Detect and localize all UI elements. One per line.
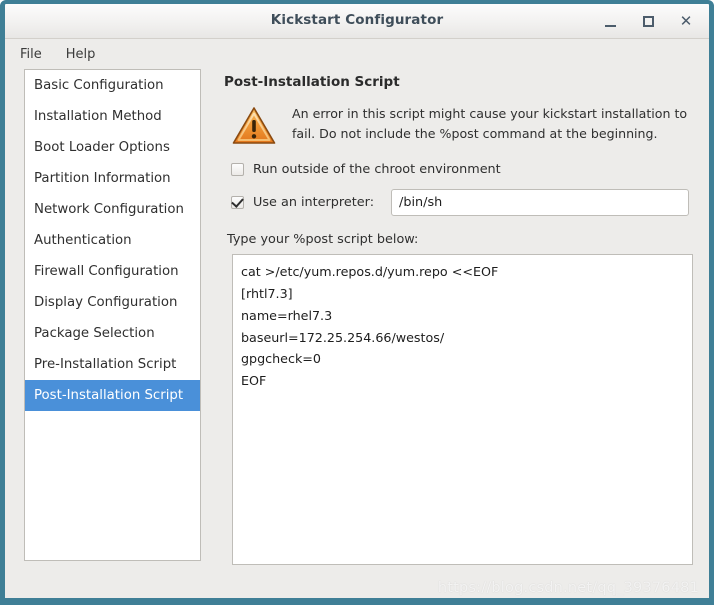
chroot-checkbox[interactable] [231,163,244,176]
minimize-icon [604,24,616,27]
close-button[interactable]: ✕ [669,4,703,38]
warning-banner: An error in this script might cause your… [232,104,700,146]
interpreter-checkbox-label: Use an interpreter: [253,195,375,210]
main-panel: Post-Installation Script An error in thi… [218,69,700,565]
menu-item-file[interactable]: File [17,45,45,64]
navigation-list[interactable]: Basic Configuration Installation Method … [24,69,201,561]
menu-bar: File Help [5,39,709,69]
close-icon: ✕ [679,11,693,30]
sidebar-item-authentication[interactable]: Authentication [25,225,200,256]
interpreter-input[interactable] [391,189,690,216]
title-bar: Kickstart Configurator ✕ [5,4,709,39]
sidebar-item-package-selection[interactable]: Package Selection [25,318,200,349]
maximize-icon [642,15,654,27]
sidebar-item-boot-loader-options[interactable]: Boot Loader Options [25,132,200,163]
sidebar-item-post-installation-script[interactable]: Post-Installation Script [25,380,200,411]
sidebar-item-firewall-configuration[interactable]: Firewall Configuration [25,256,200,287]
sidebar-item-network-configuration[interactable]: Network Configuration [25,194,200,225]
interpreter-row[interactable]: Use an interpreter: [231,189,700,216]
sidebar-item-basic-configuration[interactable]: Basic Configuration [25,70,200,101]
interpreter-checkbox[interactable] [231,196,244,209]
chroot-checkbox-label: Run outside of the chroot environment [253,162,501,177]
menu-item-help[interactable]: Help [63,45,99,64]
sidebar-item-partition-information[interactable]: Partition Information [25,163,200,194]
sidebar-item-pre-installation-script[interactable]: Pre-Installation Script [25,349,200,380]
warning-text: An error in this script might cause your… [292,106,688,141]
application-window: Kickstart Configurator ✕ File Help Basic… [0,0,714,605]
maximize-button[interactable] [631,4,665,38]
page-title: Post-Installation Script [224,74,400,90]
minimize-button[interactable] [593,4,627,38]
chroot-checkbox-row[interactable]: Run outside of the chroot environment [231,162,700,177]
warning-triangle-icon [232,107,276,144]
content-area: Basic Configuration Installation Method … [5,69,709,598]
script-area-label: Type your %post script below: [227,232,419,247]
sidebar-item-display-configuration[interactable]: Display Configuration [25,287,200,318]
post-script-textarea[interactable]: cat >/etc/yum.repos.d/yum.repo <<EOF [rh… [232,254,693,565]
sidebar-item-installation-method[interactable]: Installation Method [25,101,200,132]
